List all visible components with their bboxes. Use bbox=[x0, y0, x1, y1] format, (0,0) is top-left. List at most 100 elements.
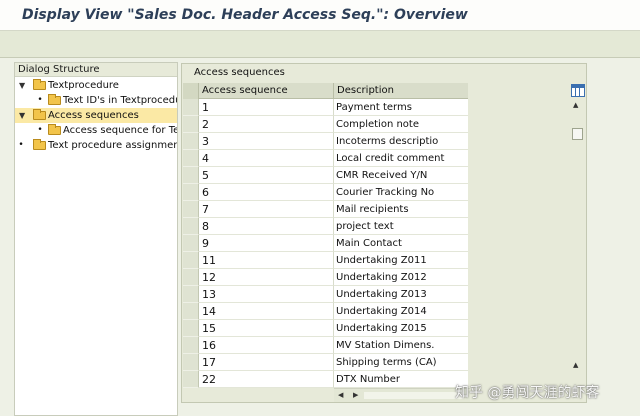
row-selector-button[interactable] bbox=[183, 133, 199, 150]
row-selector-button[interactable] bbox=[183, 252, 199, 269]
table-row[interactable]: 9 Main Contact bbox=[183, 235, 468, 252]
cell-access-sequence: 3 bbox=[199, 133, 334, 150]
cell-access-sequence: 4 bbox=[199, 150, 334, 167]
table-row[interactable]: 11 Undertaking Z011 bbox=[183, 252, 468, 269]
row-selector-button[interactable] bbox=[183, 167, 199, 184]
access-sequences-table: Access sequence Description 1 Payment ter… bbox=[183, 83, 468, 388]
access-sequences-panel: Access sequences Access sequence Descrip… bbox=[181, 63, 587, 403]
cell-description: Undertaking Z012 bbox=[334, 269, 468, 286]
table-row[interactable]: 1 Payment terms bbox=[183, 99, 468, 116]
cell-access-sequence: 15 bbox=[199, 320, 334, 337]
table-row[interactable]: 6 Courier Tracking No bbox=[183, 184, 468, 201]
row-selector-button[interactable] bbox=[183, 150, 199, 167]
cell-access-sequence: 12 bbox=[199, 269, 334, 286]
folder-open-icon bbox=[33, 109, 46, 120]
tree-node-text-procedure-assignment[interactable]: • Text procedure assignment bbox=[15, 138, 177, 153]
tree-node-text-ids[interactable]: • Text ID's in Textprocedu bbox=[15, 93, 177, 108]
tree-node-textprocedure[interactable]: ▼ Textprocedure bbox=[15, 78, 177, 93]
select-all-button[interactable] bbox=[183, 83, 199, 99]
title-bar: Display View "Sales Doc. Header Access S… bbox=[0, 0, 640, 31]
folder-icon bbox=[33, 139, 46, 150]
cell-access-sequence: 16 bbox=[199, 337, 334, 354]
table-row[interactable]: 12 Undertaking Z012 bbox=[183, 269, 468, 286]
column-header-description[interactable]: Description bbox=[334, 83, 468, 99]
cell-access-sequence: 11 bbox=[199, 252, 334, 269]
vertical-scroll-thumb[interactable] bbox=[572, 128, 583, 140]
cell-description: Incoterms descriptio bbox=[334, 133, 468, 150]
horizontal-scrollbar[interactable]: ◀ ▶ bbox=[334, 388, 470, 402]
cell-description: project text bbox=[334, 218, 468, 235]
row-selector-button[interactable] bbox=[183, 218, 199, 235]
table-row[interactable]: 5 CMR Received Y/N bbox=[183, 167, 468, 184]
table-settings-icon[interactable] bbox=[571, 84, 585, 97]
cell-access-sequence: 7 bbox=[199, 201, 334, 218]
expand-triangle-icon[interactable]: ▼ bbox=[19, 108, 27, 123]
scroll-track[interactable] bbox=[364, 392, 464, 399]
table-row[interactable]: 13 Undertaking Z013 bbox=[183, 286, 468, 303]
cell-access-sequence: 13 bbox=[199, 286, 334, 303]
cell-description: Undertaking Z013 bbox=[334, 286, 468, 303]
row-selector-button[interactable] bbox=[183, 99, 199, 116]
row-selector-button[interactable] bbox=[183, 269, 199, 286]
tree-node-label: Access sequence for Tex bbox=[63, 125, 178, 136]
row-selector-button[interactable] bbox=[183, 320, 199, 337]
tree-node-label: Textprocedure bbox=[48, 80, 119, 91]
row-selector-button[interactable] bbox=[183, 371, 199, 388]
row-selector-button[interactable] bbox=[183, 116, 199, 133]
cell-description: DTX Number bbox=[334, 371, 468, 388]
cell-description: Payment terms bbox=[334, 99, 468, 116]
cell-description: Main Contact bbox=[334, 235, 468, 252]
tree-node-label: Text ID's in Textprocedu bbox=[63, 95, 178, 106]
row-selector-button[interactable] bbox=[183, 354, 199, 371]
dialog-structure-panel: Dialog Structure ▼ Textprocedure • Text … bbox=[14, 62, 178, 416]
cell-description: Completion note bbox=[334, 116, 468, 133]
tree-node-access-sequence-for-text[interactable]: • Access sequence for Tex bbox=[15, 123, 177, 138]
tree-node-access-sequences[interactable]: ▼ Access sequences bbox=[15, 108, 177, 123]
row-selector-button[interactable] bbox=[183, 303, 199, 320]
cell-access-sequence: 5 bbox=[199, 167, 334, 184]
dialog-structure-header: Dialog Structure bbox=[15, 63, 177, 77]
table-row[interactable]: 22 DTX Number bbox=[183, 371, 468, 388]
row-selector-button[interactable] bbox=[183, 286, 199, 303]
scroll-down-arrow-icon[interactable]: ▲ bbox=[573, 361, 578, 369]
row-selector-button[interactable] bbox=[183, 337, 199, 354]
cell-access-sequence: 17 bbox=[199, 354, 334, 371]
table-row[interactable]: 14 Undertaking Z014 bbox=[183, 303, 468, 320]
bullet-icon: • bbox=[37, 95, 43, 105]
scroll-up-arrow-icon[interactable]: ▲ bbox=[573, 101, 578, 109]
cell-description: Undertaking Z015 bbox=[334, 320, 468, 337]
scroll-right-arrow-icon[interactable]: ▶ bbox=[353, 391, 358, 399]
expand-triangle-icon[interactable]: ▼ bbox=[19, 78, 27, 93]
bullet-icon: • bbox=[18, 140, 24, 150]
table-row[interactable]: 17 Shipping terms (CA) bbox=[183, 354, 468, 371]
table-row[interactable]: 15 Undertaking Z015 bbox=[183, 320, 468, 337]
folder-icon bbox=[48, 124, 61, 135]
cell-description: MV Station Dimens. bbox=[334, 337, 468, 354]
folder-icon bbox=[33, 79, 46, 90]
scroll-left-arrow-icon[interactable]: ◀ bbox=[338, 391, 343, 399]
cell-description: Courier Tracking No bbox=[334, 184, 468, 201]
table-row[interactable]: 4 Local credit comment bbox=[183, 150, 468, 167]
cell-access-sequence: 14 bbox=[199, 303, 334, 320]
window-title: Display View "Sales Doc. Header Access S… bbox=[22, 7, 468, 23]
tree-node-label: Access sequences bbox=[48, 110, 139, 121]
table-title: Access sequences bbox=[194, 67, 285, 78]
row-selector-button[interactable] bbox=[183, 184, 199, 201]
bullet-icon: • bbox=[37, 125, 43, 135]
table-row[interactable]: 16 MV Station Dimens. bbox=[183, 337, 468, 354]
cell-description: Undertaking Z014 bbox=[334, 303, 468, 320]
table-row[interactable]: 8 project text bbox=[183, 218, 468, 235]
column-header-access-sequence[interactable]: Access sequence bbox=[199, 83, 334, 99]
table-header-row: Access sequence Description bbox=[183, 83, 468, 99]
table-body: 1 Payment terms 2 Completion note 3 Incoterms… bbox=[183, 99, 468, 388]
cell-description: Shipping terms (CA) bbox=[334, 354, 468, 371]
table-row[interactable]: 2 Completion note bbox=[183, 116, 468, 133]
tree-node-label: Text procedure assignment bbox=[48, 140, 178, 151]
row-selector-button[interactable] bbox=[183, 201, 199, 218]
row-selector-button[interactable] bbox=[183, 235, 199, 252]
table-row[interactable]: 3 Incoterms descriptio bbox=[183, 133, 468, 150]
cell-description: CMR Received Y/N bbox=[334, 167, 468, 184]
cell-description: Undertaking Z011 bbox=[334, 252, 468, 269]
cell-access-sequence: 2 bbox=[199, 116, 334, 133]
table-row[interactable]: 7 Mail recipients bbox=[183, 201, 468, 218]
